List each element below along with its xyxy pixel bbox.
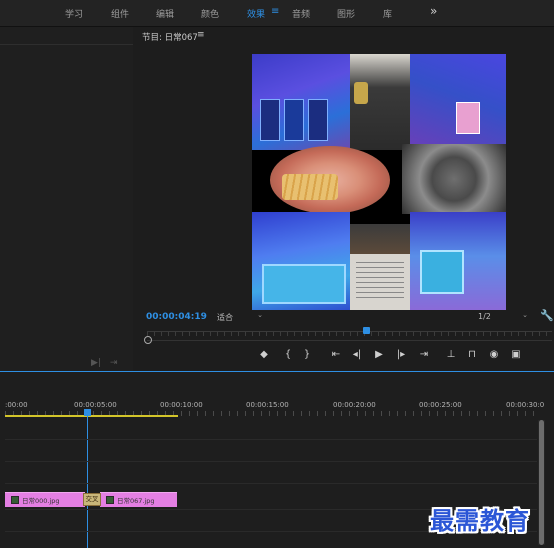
overwrite-icon[interactable]: ⇥ [110, 358, 118, 368]
monitor-ruler-ticks [147, 332, 552, 336]
export-frame-icon[interactable]: ◉ [487, 349, 501, 360]
in-point-icon[interactable]: { [281, 349, 295, 360]
fx-badge-icon [11, 496, 19, 504]
more-workspaces-icon[interactable]: » [430, 4, 437, 18]
track-divider [5, 461, 537, 462]
monitor-playhead[interactable] [363, 327, 370, 334]
timeline-panel: :00:00 00:00:05:00 00:00:10:00 00:00:15:… [0, 371, 554, 548]
wrench-icon[interactable]: 🔧 [540, 309, 554, 322]
workspace-tab-assembly[interactable]: 组件 [111, 7, 129, 20]
zoom-level-value: 适合 [217, 313, 233, 322]
claw-machine-base [420, 250, 464, 294]
track-divider [5, 483, 537, 484]
clip-name: 日常067.jpg [117, 497, 155, 505]
extract-icon[interactable]: ⊓ [465, 349, 479, 360]
go-to-out-icon[interactable]: ⇥ [417, 349, 431, 360]
preview-tile-grill [402, 144, 506, 214]
track-divider [5, 439, 537, 440]
video-preview [252, 54, 506, 310]
timeline-clip[interactable]: 日常000.jpg [5, 492, 85, 507]
source-panel: ▶| ⇥ [0, 27, 133, 371]
workspace-tab-audio[interactable]: 音频 [292, 7, 310, 20]
step-forward-icon[interactable]: |▸ [394, 349, 408, 360]
timeline-tick-label: :00:00 [5, 401, 28, 409]
source-panel-header [0, 27, 133, 45]
chevron-down-icon: ⌄ [257, 311, 263, 319]
timeline-tick-label: 00:00:10:00 [160, 401, 203, 409]
comparison-view-icon[interactable]: ▣ [509, 349, 523, 360]
chevron-down-icon: ⌄ [522, 311, 528, 319]
video-transition[interactable]: 交叉 [83, 493, 101, 506]
work-area-bar[interactable] [5, 415, 178, 417]
marker-icon[interactable]: ◆ [257, 349, 271, 360]
zoom-scrollbar-handle[interactable] [144, 336, 152, 344]
timeline-header [0, 372, 554, 394]
workspace-bar: 学习 组件 编辑 颜色 效果 ≡ 音频 图形 库 » [0, 0, 554, 27]
insert-icon[interactable]: ▶| [91, 358, 101, 368]
timeline-tick-label: 00:00:05:00 [74, 401, 117, 409]
arcade-machine-shape [260, 99, 280, 141]
workspace-menu-icon[interactable]: ≡ [271, 6, 279, 17]
workspace-tab-libraries[interactable]: 库 [383, 7, 392, 20]
timeline-playhead-handle[interactable] [84, 409, 91, 416]
lift-icon[interactable]: ⊥ [444, 349, 458, 360]
zoom-scrollbar[interactable] [147, 340, 552, 341]
workspace-tab-color[interactable]: 颜色 [201, 7, 219, 20]
workspace-tab-effects[interactable]: 效果 [247, 7, 265, 20]
go-to-in-icon[interactable]: ⇤ [329, 349, 343, 360]
cup-shape [354, 82, 368, 104]
arcade-machine-shape [308, 99, 328, 141]
timeline-clip[interactable]: 日常067.jpg [100, 492, 177, 507]
workspace-tab-learning[interactable]: 学习 [65, 7, 83, 20]
playback-resolution-value: 1/2 [478, 312, 491, 321]
program-monitor: 节目: 日常067 ≡ 00:00:04:19 适合 ⌄ 1/2 ⌄ 🔧 ◆ {… [135, 27, 554, 371]
watermark-logo: 最需教育 [430, 506, 530, 535]
panel-menu-icon[interactable]: ≡ [197, 30, 205, 40]
workspace-tab-graphics[interactable]: 图形 [337, 7, 355, 20]
zoom-level-select[interactable]: 适合 ⌄ [217, 311, 263, 322]
playback-resolution-select[interactable]: 1/2 ⌄ [478, 311, 528, 322]
timeline-tick-label: 00:00:20:00 [333, 401, 376, 409]
timeline-tick-label: 00:00:25:00 [419, 401, 462, 409]
arcade-machine-shape [284, 99, 304, 141]
claw-machine-base [262, 264, 346, 304]
fx-badge-icon [106, 496, 114, 504]
playhead-timecode[interactable]: 00:00:04:19 [146, 312, 207, 322]
program-monitor-title: 节目: 日常067 [142, 33, 198, 43]
timeline-tick-label: 00:00:30:0 [506, 401, 545, 409]
document-text-lines [356, 262, 404, 302]
timeline-tick-label: 00:00:15:00 [246, 401, 289, 409]
scrollbar-thumb[interactable] [539, 420, 544, 545]
step-back-icon[interactable]: ◂| [350, 349, 364, 360]
out-point-icon[interactable]: } [300, 349, 314, 360]
timeline-vertical-scrollbar[interactable] [538, 420, 545, 545]
clip-name: 日常000.jpg [22, 497, 60, 505]
timeline-playhead[interactable] [87, 416, 88, 548]
play-icon[interactable]: ▶ [372, 349, 386, 360]
preview-tile-shop [350, 224, 410, 254]
fries-shape [282, 174, 338, 200]
workspace-tab-editing[interactable]: 编辑 [156, 7, 174, 20]
arcade-screen-shape [456, 102, 480, 134]
